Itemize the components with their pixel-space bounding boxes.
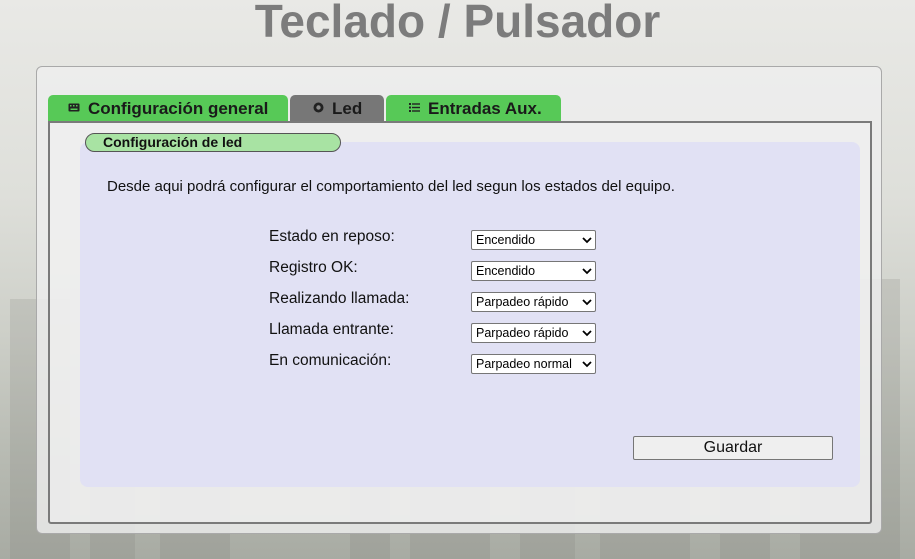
registration-ok-select[interactable]: Encendido xyxy=(471,261,596,281)
led-icon xyxy=(312,102,324,116)
keyboard-icon xyxy=(68,103,80,115)
field-label: Registro OK: xyxy=(269,259,358,276)
select-value: Parpadeo rápido xyxy=(476,295,569,309)
tab-bar: Configuración general Led Entradas Aux. xyxy=(48,95,561,122)
select-value: Parpadeo rápido xyxy=(476,326,569,340)
idle-state-select[interactable]: Encendido xyxy=(471,230,596,250)
field-calling: Realizando llamada: Parpadeo rápido xyxy=(269,290,599,312)
save-button[interactable]: Guardar xyxy=(633,436,833,460)
in-communication-select[interactable]: Parpadeo normal xyxy=(471,354,596,374)
chevron-down-icon xyxy=(582,237,592,244)
list-icon xyxy=(408,102,420,116)
field-label: Estado en reposo: xyxy=(269,228,395,245)
section-title: Configuración de led xyxy=(85,133,341,152)
select-value: Parpadeo normal xyxy=(476,357,572,371)
tab-label: Configuración general xyxy=(88,98,269,118)
field-idle-state: Estado en reposo: Encendido xyxy=(269,228,599,250)
tab-led[interactable]: Led xyxy=(290,95,384,122)
incoming-call-select[interactable]: Parpadeo rápido xyxy=(471,323,596,343)
field-label: En comunicación: xyxy=(269,352,392,369)
tab-label: Led xyxy=(332,98,363,118)
tab-general-configuration[interactable]: Configuración general xyxy=(48,95,288,122)
chevron-down-icon xyxy=(582,299,592,306)
field-incoming-call: Llamada entrante: Parpadeo rápido xyxy=(269,321,599,343)
tab-label: Entradas Aux. xyxy=(428,98,542,118)
tab-aux-inputs[interactable]: Entradas Aux. xyxy=(386,95,561,122)
section-description: Desde aqui podrá configurar el comportam… xyxy=(107,178,675,195)
select-value: Encendido xyxy=(476,233,536,247)
chevron-down-icon xyxy=(582,330,592,337)
field-registration-ok: Registro OK: Encendido xyxy=(269,259,599,281)
field-label: Llamada entrante: xyxy=(269,321,394,338)
field-label: Realizando llamada: xyxy=(269,290,410,307)
page-title: Teclado / Pulsador xyxy=(254,0,661,47)
select-value: Encendido xyxy=(476,264,536,278)
calling-select[interactable]: Parpadeo rápido xyxy=(471,292,596,312)
field-in-communication: En comunicación: Parpadeo normal xyxy=(269,352,599,374)
chevron-down-icon xyxy=(582,361,592,368)
chevron-down-icon xyxy=(582,268,592,275)
